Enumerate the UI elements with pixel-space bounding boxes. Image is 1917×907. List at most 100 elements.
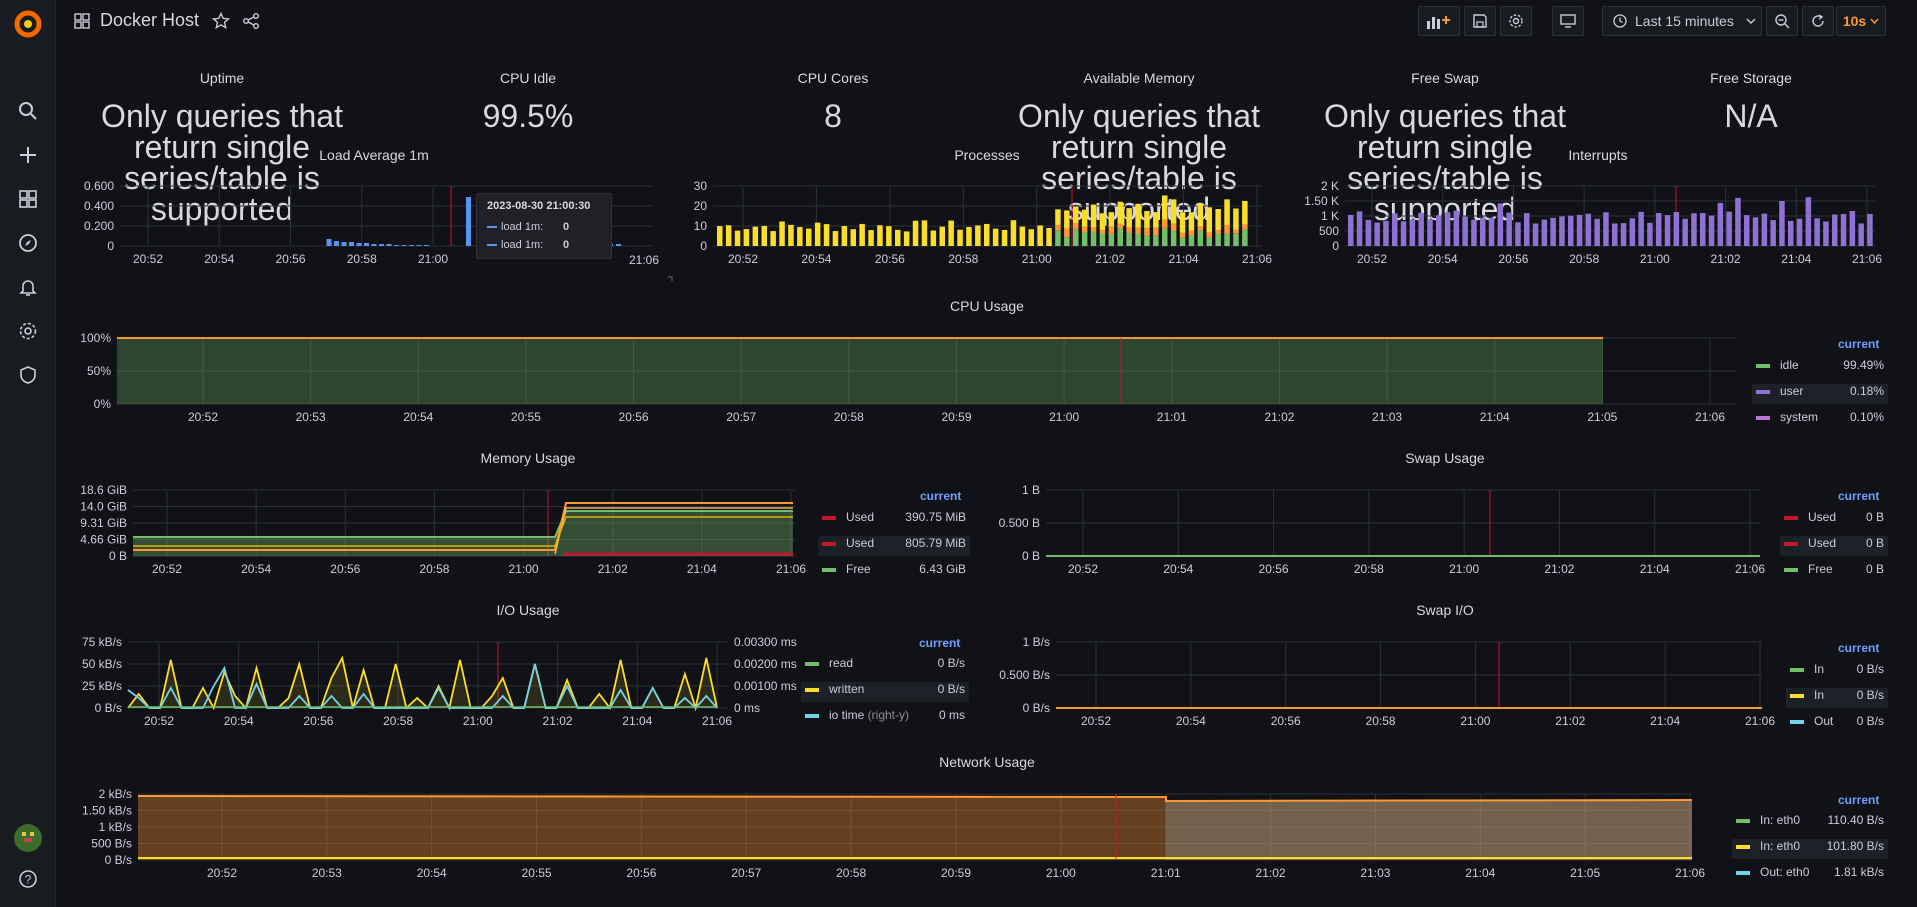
legend-swatch (822, 515, 836, 520)
proc-bar-total (1153, 212, 1159, 228)
proc-bar-total (1117, 201, 1123, 224)
proc-bar-blocked (1064, 228, 1070, 238)
legend-item[interactable]: written 0 B/s (801, 682, 969, 702)
cpu-x-tick: 21:03 (1372, 410, 1402, 424)
legend-item[interactable]: io time (right-y) 0 ms (801, 708, 969, 728)
mem-x-tick: 21:06 (776, 562, 806, 576)
proc-bar-running (1162, 228, 1168, 246)
legend-item[interactable]: user 0.18% (1752, 384, 1888, 404)
legend-label: In (1814, 662, 1825, 676)
intr-bar (1488, 217, 1495, 246)
mem-y-tick: 4.66 GiB (80, 533, 127, 547)
net-y-tick: 1 kB/s (99, 820, 132, 834)
intr-bar (1867, 213, 1873, 246)
proc-bar-running (1206, 237, 1212, 246)
intr-bar (1647, 222, 1653, 246)
mem-x-tick: 21:02 (598, 562, 628, 576)
swap-io-panel-title[interactable]: Swap I/O (1345, 602, 1545, 618)
proc-bar-blocked (1117, 223, 1123, 229)
legend-value: 0.10% (1849, 410, 1884, 424)
proc-bar-total (886, 226, 892, 246)
swap-usage-panel-title[interactable]: Swap Usage (1345, 450, 1545, 466)
resize-handle-icon (668, 276, 673, 281)
load-bar (466, 197, 471, 246)
load-x-tick: 20:54 (204, 252, 234, 266)
io-y2-tick: 0.00200 ms (734, 657, 797, 671)
legend-swatch (822, 567, 836, 572)
proc-bar-blocked (1224, 225, 1230, 234)
proc-bar-blocked (1162, 219, 1168, 229)
io-x-tick: 20:52 (144, 714, 174, 728)
load-bar (424, 245, 429, 246)
load-x-tick: 20:56 (275, 252, 305, 266)
load-bar (416, 245, 422, 246)
intr-bar (1453, 210, 1460, 246)
proc-bar-running (1099, 233, 1106, 246)
legend-sort-header[interactable]: current (1838, 793, 1879, 807)
net-y-tick: 1.50 kB/s (82, 804, 132, 818)
legend-swatch (805, 713, 819, 718)
legend-item[interactable]: In 0 B/s (1786, 662, 1888, 682)
memory-usage-panel-title[interactable]: Memory Usage (428, 450, 628, 466)
legend-item[interactable]: Used 390.75 MiB (818, 510, 970, 530)
load-average-chart[interactable]: 0.600 0.400 0.200 0 20:52 20:54 20:56 20:58 21:0… (0, 0, 1917, 907)
intr-y-tick: 500 (1319, 224, 1339, 238)
legend-item[interactable]: Out: eth0 1.81 kB/s (1732, 865, 1888, 885)
cpu-usage-panel-title[interactable]: CPU Usage (887, 298, 1087, 314)
legend-item[interactable]: In: eth0 101.80 B/s (1732, 839, 1888, 859)
legend-item[interactable]: system 0.10% (1752, 410, 1888, 430)
legend-item[interactable]: In: eth0 110.40 B/s (1732, 813, 1888, 833)
intr-bar (1796, 218, 1803, 246)
cpu-y-tick: 0% (94, 397, 112, 411)
legend-value: 0 B/s (1856, 662, 1884, 676)
io-y2-tick: 0.00100 ms (734, 679, 797, 693)
swap-x-tick: 20:54 (1163, 562, 1193, 576)
cpu-x-tick: 20:52 (188, 410, 218, 424)
network-usage-panel-title[interactable]: Network Usage (887, 754, 1087, 770)
graph-tooltip: 2023-08-30 21:00:30 load 1m: 0 load 1m: … (476, 193, 612, 259)
legend-item[interactable]: Free 0 B (1780, 562, 1888, 582)
proc-y-tick: 30 (694, 179, 708, 193)
proc-bar-total (868, 230, 874, 246)
legend-item[interactable]: idle 99.49% (1752, 358, 1888, 378)
legend-sort-header[interactable]: current (1838, 489, 1879, 503)
tooltip-row: load 1m: (487, 239, 543, 251)
net-x-tick: 20:53 (312, 866, 342, 880)
load-y-tick: 0.200 (84, 219, 114, 233)
legend-sort-header[interactable]: current (919, 636, 960, 650)
proc-bar-blocked (1135, 227, 1141, 234)
cpu-x-tick: 20:57 (726, 410, 756, 424)
legend-item[interactable]: Out 0 B/s (1786, 714, 1888, 734)
intr-bar (1752, 217, 1759, 246)
intr-bar (1612, 223, 1618, 246)
net-x-tick: 21:01 (1151, 866, 1181, 880)
legend-label: user (1780, 384, 1804, 398)
proc-bar-running (1090, 231, 1097, 246)
legend-item[interactable]: Used 0 B (1780, 510, 1888, 530)
swapio-x-tick: 21:06 (1745, 714, 1775, 728)
intr-bar (1400, 221, 1407, 246)
net-x-tick: 21:03 (1360, 866, 1390, 880)
legend-item[interactable]: Free 6.43 GiB (818, 562, 970, 582)
legend-item[interactable]: In 0 B/s (1786, 688, 1888, 708)
legend-item[interactable]: read 0 B/s (801, 656, 969, 676)
legend-item[interactable]: Used 0 B (1780, 536, 1888, 556)
legend-sort-header[interactable]: current (1838, 337, 1879, 351)
io-usage-panel-title[interactable]: I/O Usage (428, 602, 628, 618)
proc-bar-total (1055, 209, 1061, 226)
cpu-x-tick: 21:00 (1049, 410, 1079, 424)
legend-value: 805.79 MiB (905, 536, 966, 550)
legend-sort-header[interactable]: current (920, 489, 961, 503)
tooltip-value: 0 (563, 221, 570, 233)
net-out-area (138, 796, 1166, 860)
legend-value: 390.75 MiB (905, 510, 966, 524)
legend-item[interactable]: Used 805.79 MiB (818, 536, 970, 556)
swap-y-tick: 0.500 B (999, 516, 1040, 530)
proc-bar-total (806, 228, 812, 246)
proc-y-tick: 0 (700, 239, 707, 253)
legend-label: idle (1780, 358, 1799, 372)
proc-bar-total (966, 226, 972, 246)
intr-bar (1480, 217, 1486, 246)
proc-bar-total (1215, 209, 1221, 231)
legend-sort-header[interactable]: current (1838, 641, 1879, 655)
